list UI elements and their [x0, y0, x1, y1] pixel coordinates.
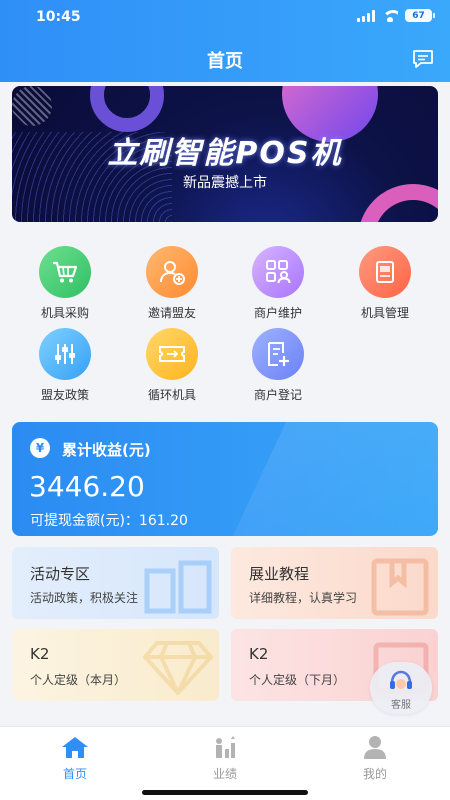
menu-item-merchant-maintain[interactable]: 商户维护 — [225, 246, 331, 321]
card-title: 展业教程 — [249, 565, 310, 583]
message-icon — [413, 50, 433, 68]
tab-label: 我的 — [362, 767, 387, 781]
home-icon — [62, 737, 88, 758]
headset-icon — [390, 670, 412, 689]
status-icons: 67 — [357, 9, 435, 22]
performance-icon — [216, 736, 235, 758]
cellular-signal-icon — [357, 9, 375, 22]
register-icon — [252, 328, 304, 380]
tab-label: 业绩 — [212, 767, 237, 781]
page-title: 首页 — [207, 51, 243, 72]
menu-item-invite[interactable]: 邀请盟友 — [119, 246, 225, 321]
tab-home[interactable]: 首页 — [0, 735, 150, 782]
banner-pattern-decoration — [12, 86, 52, 126]
activity-zone-card[interactable]: 活动专区 活动政策，积极关注 — [12, 547, 219, 619]
diamond-icon — [143, 641, 213, 695]
yen-icon: ¥ — [30, 438, 50, 458]
card-subtitle: 个人定级（本月） — [30, 673, 127, 687]
status-bar: 10:45 67 — [0, 0, 450, 34]
menu-item-label: 商户维护 — [253, 306, 302, 320]
menu-item-merchant-register[interactable]: 商户登记 — [225, 328, 331, 403]
merchant-icon — [252, 246, 304, 298]
level-this-month-card[interactable]: K2 个人定级（本月） — [12, 629, 219, 701]
wifi-icon — [382, 9, 398, 22]
status-time: 10:45 — [36, 9, 81, 25]
banner-subtitle: 新品震撼上市 — [183, 175, 267, 191]
card-title: K2 — [249, 645, 269, 663]
promo-banner[interactable]: 立刷智能POS机 新品震撼上市 — [12, 86, 438, 222]
menu-item-purchase[interactable]: 机具采购 — [12, 246, 118, 321]
user-icon — [364, 736, 386, 759]
home-indicator — [142, 790, 308, 795]
tab-mine[interactable]: 我的 — [300, 735, 450, 782]
menu-item-device-manage[interactable]: 机具管理 — [332, 246, 438, 321]
tutorial-card[interactable]: 展业教程 详细教程，认真学习 — [231, 547, 438, 619]
card-title: K2 — [30, 645, 50, 663]
battery-level: 67 — [412, 10, 425, 21]
banner-headline: 立刷智能POS机 — [107, 136, 343, 171]
earnings-label: 累计收益(元) — [62, 441, 151, 459]
banner-ring-decoration — [90, 86, 164, 132]
menu-item-policy[interactable]: 盟友政策 — [12, 328, 118, 403]
menu-item-label: 盟友政策 — [40, 388, 89, 402]
withdrawable-amount: 可提现金额(元)：161.20 — [30, 513, 188, 529]
card-subtitle: 个人定级（下月） — [249, 673, 346, 687]
card-subtitle: 详细教程，认真学习 — [249, 591, 358, 605]
menu-item-label: 商户登记 — [253, 388, 302, 402]
earnings-card[interactable]: ¥ 累计收益(元) 3446.20 可提现金额(元)：161.20 — [12, 422, 438, 536]
cart-icon — [39, 246, 91, 298]
customer-service-button[interactable]: 客服 — [370, 662, 432, 714]
book-icon — [371, 558, 429, 616]
bottom-tab-bar: 首页 业绩 我的 — [0, 726, 450, 800]
card-subtitle: 活动政策，积极关注 — [30, 591, 139, 605]
ticket-icon — [146, 328, 198, 380]
menu-item-label: 机具管理 — [360, 306, 409, 320]
building-icon — [144, 560, 212, 614]
pos-device-icon — [359, 246, 411, 298]
earnings-amount: 3446.20 — [29, 470, 145, 503]
add-user-icon — [146, 246, 198, 298]
menu-item-label: 循环机具 — [147, 388, 196, 402]
menu-item-cycle-device[interactable]: 循环机具 — [119, 328, 225, 403]
menu-item-label: 机具采购 — [40, 306, 89, 320]
tab-label: 首页 — [62, 767, 87, 781]
menu-item-label: 邀请盟友 — [147, 306, 196, 320]
battery-icon: 67 — [405, 9, 435, 22]
customer-service-label: 客服 — [391, 700, 411, 711]
tab-performance[interactable]: 业绩 — [150, 735, 300, 782]
sliders-icon — [39, 328, 91, 380]
message-button[interactable] — [412, 49, 434, 69]
top-header: 10:45 67 首页 — [0, 0, 450, 82]
card-title: 活动专区 — [30, 565, 91, 583]
